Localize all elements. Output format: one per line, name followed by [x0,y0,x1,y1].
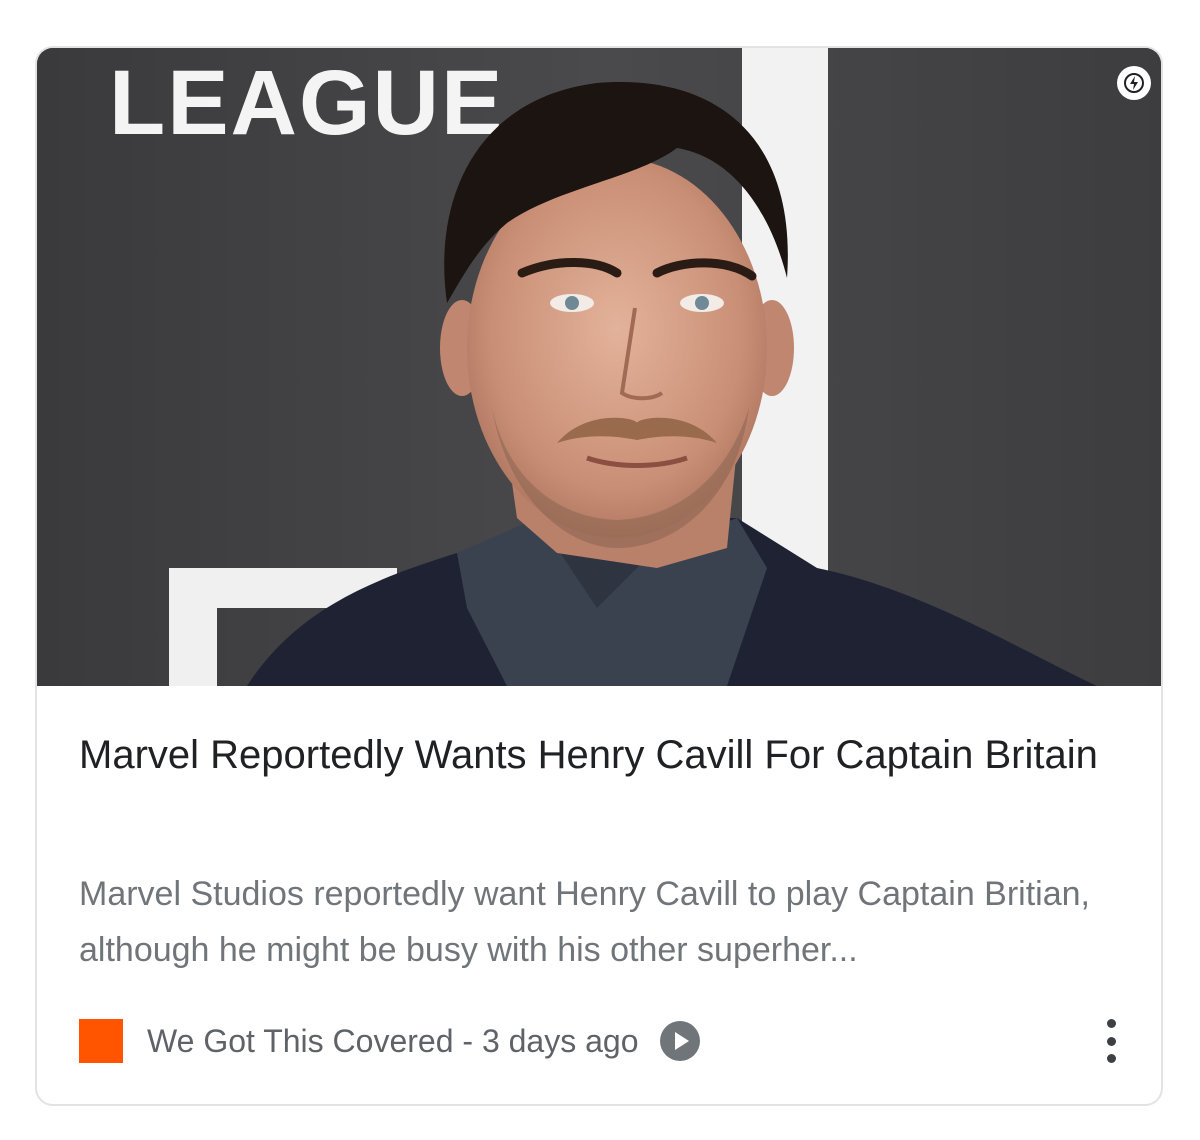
article-image[interactable]: LEAGUE [37,48,1161,686]
article-age: 3 days ago [481,1022,639,1059]
lightning-bolt-icon [1117,66,1151,100]
article-photo: LEAGUE [37,48,1161,686]
more-dot [1106,1036,1116,1046]
more-vert-icon[interactable] [1099,1019,1123,1063]
meta-separator: - [453,1022,482,1059]
source-name: We Got This Covered [147,1022,454,1059]
more-dot [1106,1019,1116,1028]
source-logo [79,1019,123,1063]
news-card[interactable]: LEAGUE Marvel Reportedly Wants Henry Cav… [35,46,1163,1106]
lightning-bolt-glyph [1124,73,1144,93]
article-snippet: Marvel Studios reportedly want Henry Cav… [79,875,1091,969]
more-dot [1106,1054,1116,1063]
play-icon[interactable] [659,1020,701,1062]
source-meta: We Got This Covered - 3 days ago [147,1023,639,1060]
article-headline[interactable]: Marvel Reportedly Wants Henry Cavill For… [79,722,1119,788]
backdrop-text: LEAGUE [109,52,504,154]
article-footer: We Got This Covered - 3 days ago [79,1016,1123,1066]
